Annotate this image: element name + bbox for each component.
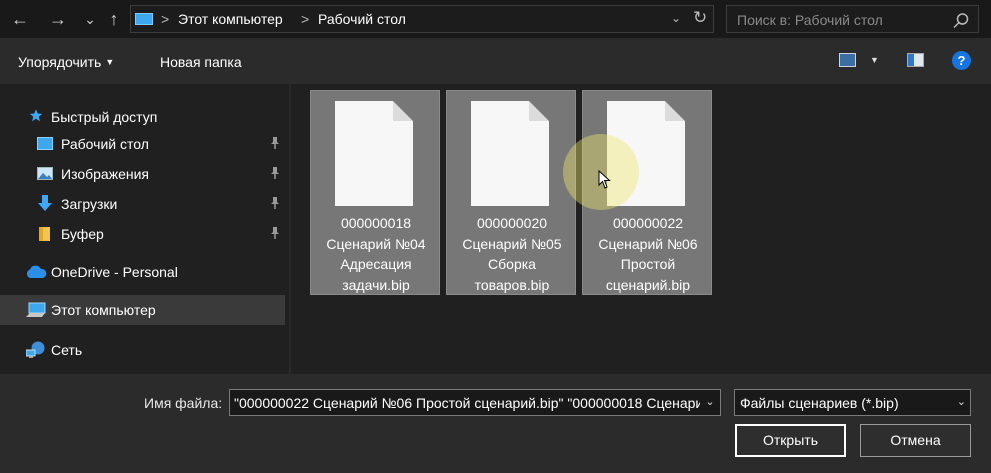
filetype-value: Файлы сценариев (*.bip): [740, 395, 899, 411]
chevron-down-icon[interactable]: ⌄: [957, 395, 966, 408]
pin-icon[interactable]: [269, 196, 281, 210]
caret-down-icon[interactable]: ▼: [870, 55, 879, 65]
pictures-icon: [37, 167, 53, 180]
sidebar-item-desktop[interactable]: Рабочий стол: [0, 129, 285, 159]
sidebar-item-network[interactable]: Сеть: [0, 335, 285, 365]
file-list: 000000018 Сценарий №04 Адресация задачи.bip…: [291, 84, 991, 374]
sidebar-item-label: Изображения: [61, 166, 149, 182]
pin-icon[interactable]: [269, 166, 281, 180]
recent-locations-icon[interactable]: ⌄: [78, 8, 102, 30]
cloud-icon: [26, 265, 47, 278]
chevron-down-icon[interactable]: ⌄: [671, 11, 681, 25]
sidebar-item-downloads[interactable]: Загрузки: [0, 189, 285, 219]
sidebar-item-label: Загрузки: [61, 196, 118, 212]
desktop-icon: [37, 137, 53, 150]
organize-label: Упорядочить: [18, 54, 102, 70]
filetype-select[interactable]: Файлы сценариев (*.bip) ⌄: [734, 389, 971, 416]
forward-arrow-icon[interactable]: →: [46, 8, 70, 30]
computer-icon: [135, 13, 153, 25]
back-arrow-icon[interactable]: ←: [8, 8, 32, 30]
computer-icon: [26, 302, 46, 317]
file-name: 000000022 Сценарий №06 Простой сценарий.bip: [598, 215, 698, 293]
sidebar-item-label: Быстрый доступ: [51, 109, 158, 125]
filename-label: Имя файла:: [144, 395, 223, 411]
up-arrow-icon[interactable]: ↑: [102, 8, 126, 30]
breadcrumb-desktop[interactable]: Рабочий стол: [318, 11, 406, 27]
file-name: 000000020 Сценарий №05 Сборка товаров.bip: [462, 215, 562, 293]
sidebar-item-label: Рабочий стол: [61, 136, 149, 152]
sidebar-item-onedrive[interactable]: OneDrive - Personal: [0, 257, 285, 287]
organize-button[interactable]: Упорядочить ▼: [18, 54, 114, 70]
document-icon: [335, 101, 413, 206]
file-name: 000000018 Сценарий №04 Адресация задачи.bip: [326, 215, 426, 293]
sidebar-item-label: OneDrive - Personal: [51, 264, 178, 280]
file-item[interactable]: 000000020 Сценарий №05 Сборка товаров.bip: [446, 90, 576, 295]
star-icon: [29, 109, 43, 122]
caret-down-icon: ▼: [105, 57, 115, 67]
sidebar-item-pictures[interactable]: Изображения: [0, 159, 285, 189]
sidebar-item-label: Этот компьютер: [51, 302, 156, 318]
address-bar[interactable]: > Этот компьютер > Рабочий стол ⌄ ↻: [130, 5, 714, 33]
help-icon[interactable]: ?: [952, 51, 971, 70]
filename-field[interactable]: "000000022 Сценарий №06 Простой сценарий…: [229, 389, 721, 416]
file-item[interactable]: 000000018 Сценарий №04 Адресация задачи.bip: [310, 90, 440, 295]
network-icon: [26, 341, 45, 358]
refresh-icon[interactable]: ↻: [693, 8, 707, 28]
downloads-icon: [38, 195, 52, 211]
change-view-icon[interactable]: [839, 53, 856, 67]
cancel-button[interactable]: Отмена: [860, 424, 971, 457]
folder-icon: [39, 227, 50, 241]
breadcrumb-separator: >: [301, 11, 310, 27]
pin-icon[interactable]: [269, 226, 281, 240]
chevron-down-icon[interactable]: ⌄: [700, 390, 720, 415]
new-folder-button[interactable]: Новая папка: [160, 54, 242, 70]
sidebar-item-label: Буфер: [61, 226, 104, 242]
sidebar-item-label: Сеть: [51, 342, 83, 358]
sidebar-item-this-pc[interactable]: Этот компьютер: [0, 295, 285, 325]
navigation-bar: ← → ⌄ ↑ > Этот компьютер > Рабочий стол …: [0, 0, 991, 38]
search-box[interactable]: Поиск в: Рабочий стол: [726, 5, 979, 33]
search-input[interactable]: Поиск в: Рабочий стол: [737, 12, 883, 28]
sidebar-item-quick-access[interactable]: Быстрый доступ: [0, 102, 285, 132]
filename-value[interactable]: "000000022 Сценарий №06 Простой сценарий…: [234, 395, 720, 411]
navigation-pane: Быстрый доступ Рабочий стол Изображения …: [0, 84, 289, 374]
open-button[interactable]: Открыть: [735, 424, 846, 457]
breadcrumb-this-pc[interactable]: Этот компьютер: [178, 11, 283, 27]
sidebar-item-buffer[interactable]: Буфер: [0, 219, 285, 249]
mouse-cursor-icon: [598, 170, 611, 189]
preview-pane-icon[interactable]: [907, 53, 924, 67]
breadcrumb-separator: >: [161, 11, 170, 27]
search-icon[interactable]: [951, 11, 971, 31]
document-icon: [471, 101, 549, 206]
pin-icon[interactable]: [269, 136, 281, 150]
